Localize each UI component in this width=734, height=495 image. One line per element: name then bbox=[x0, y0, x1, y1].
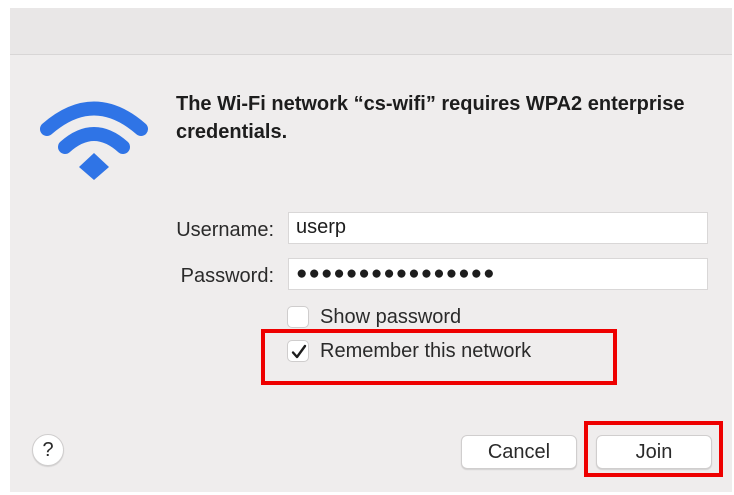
show-password-label: Show password bbox=[320, 306, 462, 328]
join-button-highlight-box bbox=[584, 421, 723, 477]
wifi-credentials-dialog: The Wi-Fi network “cs-wifi” requires WPA… bbox=[10, 8, 732, 492]
show-password-checkbox[interactable] bbox=[287, 306, 309, 328]
cancel-button[interactable]: Cancel bbox=[461, 435, 577, 469]
password-field[interactable]: ●●●●●●●●●●●●●●●● bbox=[288, 258, 708, 290]
dialog-titlebar bbox=[10, 8, 732, 55]
remember-network-highlight-box bbox=[261, 329, 617, 385]
username-label: Username: bbox=[176, 219, 274, 241]
dialog-heading: The Wi-Fi network “cs-wifi” requires WPA… bbox=[176, 93, 685, 143]
wifi-icon bbox=[40, 96, 148, 180]
password-label: Password: bbox=[180, 265, 274, 287]
help-button[interactable]: ? bbox=[32, 434, 64, 466]
username-field[interactable]: userp bbox=[288, 212, 708, 244]
